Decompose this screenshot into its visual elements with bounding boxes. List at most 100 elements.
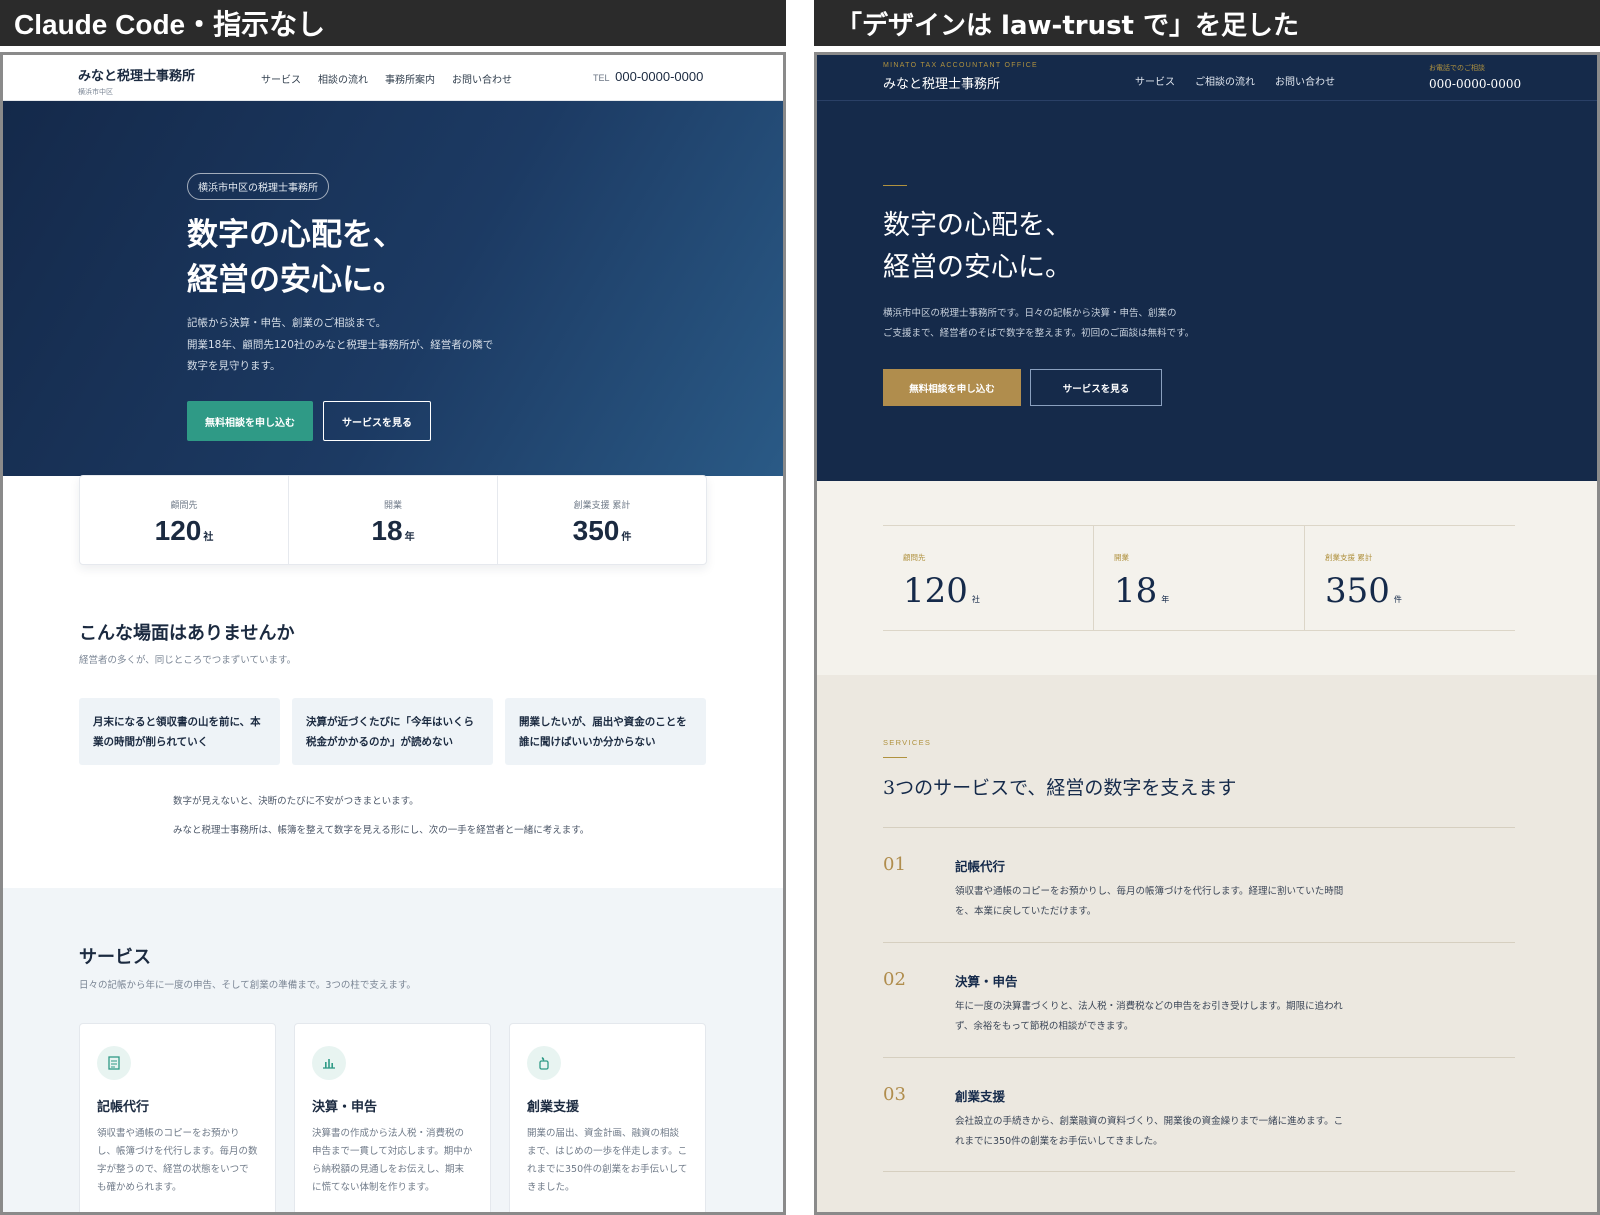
nav-item-contact[interactable]: お問い合わせ (1275, 73, 1335, 88)
site-logo[interactable]: みなと税理士事務所 横浜市中区 (78, 65, 195, 97)
stat-label: 顧問先 (903, 553, 926, 562)
services-accent-rule (883, 757, 907, 758)
stat-label: 開業 (383, 501, 402, 511)
services-list: 01 記帳代行 領収書や通帳のコピーをお預かりし、毎月の帳簿づけを代行します。経… (883, 827, 1515, 1172)
stat-value: 18 年 (1114, 571, 1170, 611)
stat-value: 120 社 (903, 571, 980, 611)
location-badge: 横浜市中区の税理士事務所 (187, 173, 329, 200)
service-card-desc: 決算書の作成から法人税・消費税の申告まで一貫して対応します。期中から納税額の見通… (312, 1128, 473, 1193)
services-cards: 記帳代行 領収書や通帳のコピーをお預かりし、帳簿づけを代行します。毎月の数字が整… (79, 1023, 706, 1212)
service-desc: 領収書や通帳のコピーをお預かりし、毎月の帳簿づけを代行します。経理に割いていた時… (955, 886, 1344, 917)
hero-lead-line1: 横浜市中区の税理士事務所です。日々の記帳から決算・申告、創業の (883, 308, 1177, 319)
stat-label: 創業支援 累計 (1325, 553, 1373, 562)
logo-english: MINATO TAX ACCOUNTANT OFFICE (883, 62, 1039, 69)
nav-item-contact[interactable]: お問い合わせ (452, 71, 512, 86)
header-phone[interactable]: お電話でのご相談 000-0000-0000 (1429, 63, 1521, 91)
free-consultation-button[interactable]: 無料相談を申し込む (883, 369, 1021, 406)
nav-item-office[interactable]: 事務所案内 (385, 71, 435, 86)
nav-item-services[interactable]: サービス (1135, 73, 1175, 88)
view-services-button[interactable]: サービスを見る (1030, 369, 1162, 406)
problems-title: こんな場面はありませんか (79, 623, 295, 644)
logo-name: みなと税理士事務所 (883, 77, 1001, 92)
bar-chart-icon (312, 1046, 346, 1080)
hero-lead-line1: 記帳から決算・申告、創業のご相談まで。 (187, 317, 387, 329)
hero-section: 数字の心配を、 経営の安心に。 横浜市中区の税理士事務所です。日々の記帳から決算… (817, 101, 1597, 481)
hero-title: 数字の心配を、 経営の安心に。 (187, 213, 404, 303)
phone-label: TEL (593, 73, 610, 83)
hero-title-line1: 数字の心配を、 (883, 210, 1072, 241)
logo-name: みなと税理士事務所 (78, 69, 196, 84)
problem-card: 月末になると領収書の山を前に、本業の時間が削られていく (79, 698, 280, 765)
document-icon (97, 1046, 131, 1080)
logo-subtitle: 横浜市中区 (78, 88, 113, 96)
service-desc: 会社設立の手続きから、創業融資の資料づくり、開業後の資金繰りまで一緒に進めます。… (955, 1116, 1344, 1147)
stat-value: 350 件 (572, 515, 632, 546)
nav-item-services[interactable]: サービス (261, 71, 301, 86)
header-phone[interactable]: TEL 000-0000-0000 (593, 69, 703, 84)
services-title: サービス (79, 947, 151, 968)
service-card-desc: 開業の届出、資金計画、融資の相談まで、はじめの一歩を伴走します。これまでに350… (527, 1128, 688, 1193)
service-item-startup[interactable]: 03 創業支援 会社設立の手続きから、創業融資の資料づくり、開業後の資金繰りまで… (883, 1057, 1515, 1172)
stats-row: 顧問先 120 社 開業 18 年 創業支援 累計 350 件 (883, 525, 1515, 631)
problems-list: 月末になると領収書の山を前に、本業の時間が削られていく 決算が近づくたびに「今年… (79, 698, 706, 765)
main-nav: サービス 相談の流れ 事務所案内 お問い合わせ (261, 71, 512, 86)
right-caption: 「デザインは law-trust で」を足した (814, 0, 1600, 46)
stat-label: 顧問先 (170, 501, 198, 511)
services-kicker: SERVICES (883, 738, 932, 747)
seedling-icon (527, 1046, 561, 1080)
hero-accent-rule (883, 185, 907, 186)
nav-item-flow[interactable]: ご相談の流れ (1195, 73, 1255, 88)
service-card-title: 記帳代行 (97, 1100, 150, 1115)
stat-startups: 創業支援 累計 350 件 (1305, 526, 1515, 630)
hero-lead-line2: 開業18年、顧問先120社のみなと税理士事務所が、経営者の隣で (187, 338, 494, 351)
free-consultation-button[interactable]: 無料相談を申し込む (187, 401, 313, 441)
problems-note: 数字が見えないと、決断のたびに不安がつきまといます。 (173, 796, 419, 807)
problems-note: みなと税理士事務所は、帳簿を整えて数字を見える形にし、次の一手を経営者と一緒に考… (173, 825, 590, 836)
site-header: みなと税理士事務所 横浜市中区 サービス 相談の流れ 事務所案内 お問い合わせ … (3, 55, 783, 101)
service-card-title: 決算・申告 (312, 1100, 378, 1115)
problem-card: 決算が近づくたびに「今年はいくら税金がかかるのか」が読めない (292, 698, 493, 765)
site-logo[interactable]: MINATO TAX ACCOUNTANT OFFICE みなと税理士事務所 (883, 62, 1038, 92)
phone-number: 000-0000-0000 (615, 69, 704, 84)
hero-title: 数字の心配を、 経営の安心に。 (883, 205, 1072, 289)
service-desc: 年に一度の決算書づくりと、法人税・消費税などの申告をお引き受けします。期限に追わ… (955, 1001, 1343, 1032)
service-card-bookkeeping[interactable]: 記帳代行 領収書や通帳のコピーをお預かりし、帳簿づけを代行します。毎月の数字が整… (79, 1023, 276, 1212)
service-item-bookkeeping[interactable]: 01 記帳代行 領収書や通帳のコピーをお預かりし、毎月の帳簿づけを代行します。経… (883, 827, 1515, 942)
services-subtitle: 日々の記帳から年に一度の申告、そして創業の準備まで。3つの柱で支えます。 (79, 980, 416, 991)
services-title: 3つのサービスで、経営の数字を支えます (883, 777, 1237, 799)
stats-card: 顧問先 120 社 開業 18 年 創業支援 累計 350 件 (79, 475, 707, 565)
service-title: 創業支援 (955, 1089, 1006, 1104)
left-panel: みなと税理士事務所 横浜市中区 サービス 相談の流れ 事務所案内 お問い合わせ … (0, 52, 786, 1215)
stat-startups: 創業支援 累計 350 件 (498, 476, 706, 564)
hero-section: 横浜市中区の税理士事務所 数字の心配を、 経営の安心に。 記帳から決算・申告、創… (3, 101, 783, 476)
service-card-desc: 領収書や通帳のコピーをお預かりし、帳簿づけを代行します。毎月の数字が整うので、経… (97, 1128, 258, 1193)
view-services-button[interactable]: サービスを見る (323, 401, 431, 441)
service-title: 決算・申告 (955, 974, 1018, 989)
service-item-tax-filing[interactable]: 02 決算・申告 年に一度の決算書づくりと、法人税・消費税などの申告をお引き受け… (883, 942, 1515, 1057)
stat-value: 120 社 (154, 515, 214, 546)
phone-number: 000-0000-0000 (1429, 77, 1522, 91)
hero-lead: 横浜市中区の税理士事務所です。日々の記帳から決算・申告、創業の ご支援まで、経営… (883, 304, 1194, 343)
nav-item-flow[interactable]: 相談の流れ (318, 71, 368, 86)
main-nav: サービス ご相談の流れ お問い合わせ (1135, 73, 1335, 88)
service-card-startup[interactable]: 創業支援 開業の届出、資金計画、融資の相談まで、はじめの一歩を伴走します。これま… (509, 1023, 706, 1212)
service-number: 02 (883, 969, 906, 990)
stat-years: 開業 18 年 (289, 476, 498, 564)
service-title: 記帳代行 (955, 859, 1006, 874)
service-card-tax-filing[interactable]: 決算・申告 決算書の作成から法人税・消費税の申告まで一貫して対応します。期中から… (294, 1023, 491, 1212)
hero-title-line2: 経営の安心に。 (883, 252, 1072, 283)
right-panel: MINATO TAX ACCOUNTANT OFFICE みなと税理士事務所 サ… (814, 52, 1600, 1215)
left-caption: Claude Code・指示なし (0, 0, 786, 46)
hero-lead-line3: 数字を見守ります。 (187, 360, 281, 372)
stat-years: 開業 18 年 (1094, 526, 1305, 630)
hero-title-line1: 数字の心配を、 (187, 217, 404, 253)
site-header: MINATO TAX ACCOUNTANT OFFICE みなと税理士事務所 サ… (817, 55, 1597, 101)
phone-label: お電話でのご相談 (1429, 64, 1485, 72)
service-number: 01 (883, 854, 906, 875)
stat-label: 創業支援 累計 (573, 501, 631, 511)
service-number: 03 (883, 1084, 906, 1105)
problem-card: 開業したいが、届出や資金のことを誰に聞けばいいか分からない (505, 698, 706, 765)
hero-lead: 記帳から決算・申告、創業のご相談まで。 開業18年、顧問先120社のみなと税理士… (187, 313, 493, 378)
stat-value: 18 年 (371, 515, 415, 546)
service-card-title: 創業支援 (527, 1100, 580, 1115)
